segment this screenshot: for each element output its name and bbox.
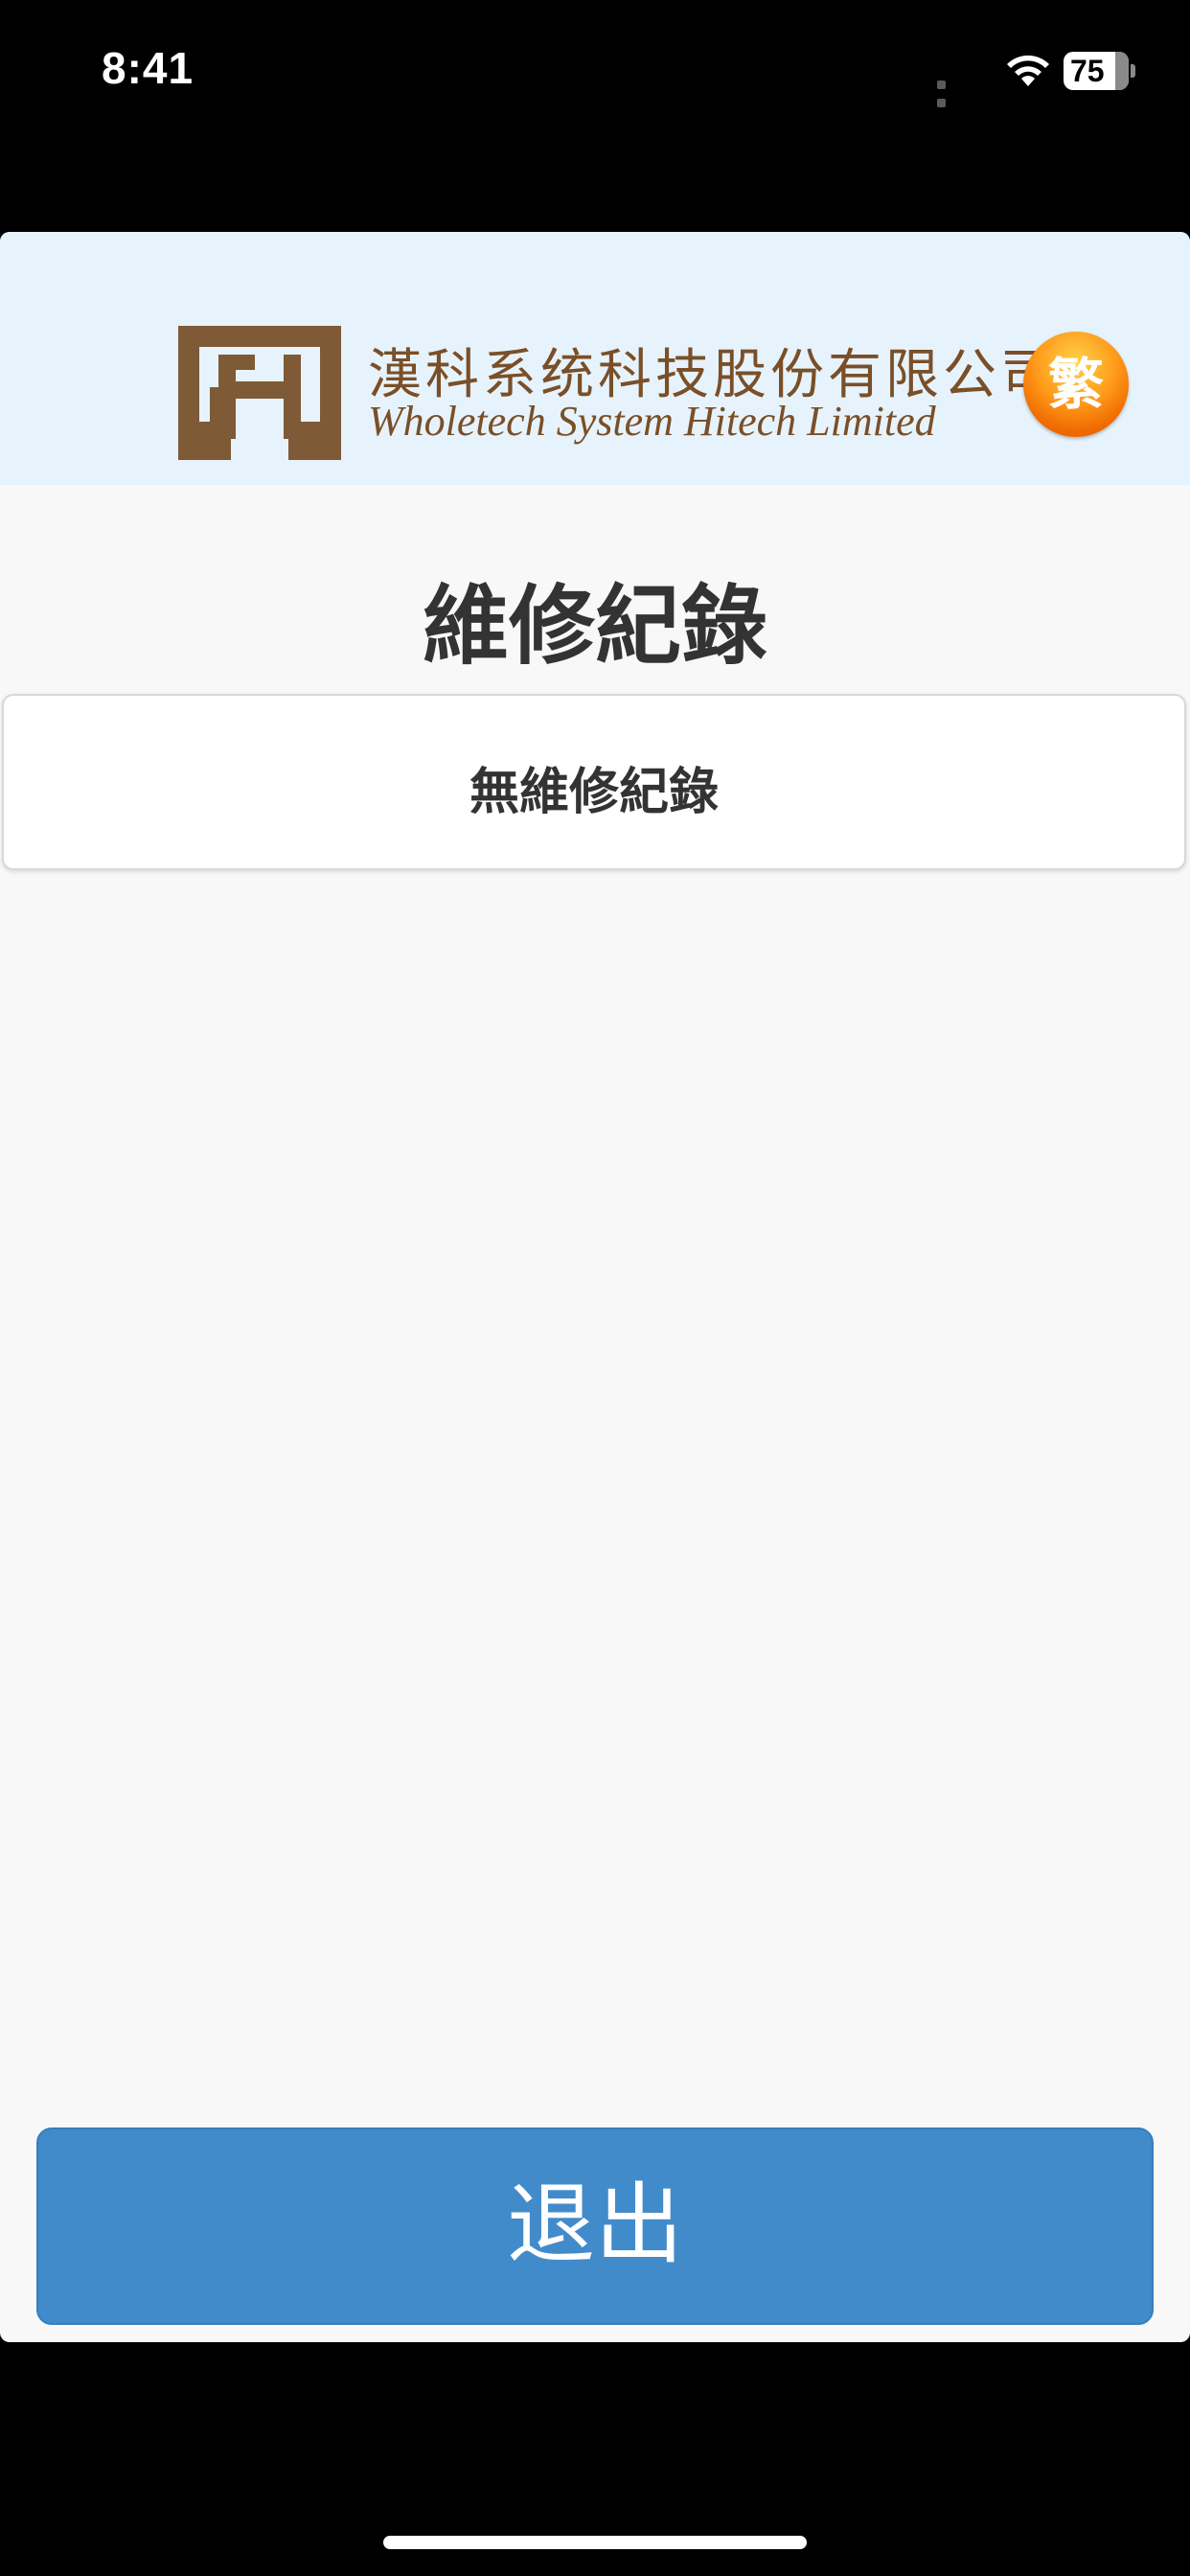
header-banner: 漢科系统科技股份有限公司 Wholetech System Hitech Lim… [0,232,1190,485]
company-name-english: Wholetech System Hitech Limited [368,398,936,445]
exit-button[interactable]: 退出 [36,2128,1154,2325]
company-logo-icon [178,326,341,460]
status-bar: 8:41 75 [0,0,1190,144]
language-toggle-button[interactable]: 繁 [1023,332,1129,437]
phone-screen: 8:41 75 漢科系统科技股份有限公司 Wholetech System Hi… [0,0,1190,2576]
battery-icon: 75 [1064,52,1135,90]
page-title: 維修紀錄 [423,576,767,677]
empty-records-message: 無維修紀錄 [469,764,719,821]
app-container: 漢科系统科技股份有限公司 Wholetech System Hitech Lim… [0,232,1190,2342]
signal-icon [937,75,975,107]
records-panel: 無維修紀錄 [2,694,1186,870]
home-indicator[interactable] [383,2536,807,2549]
status-time: 8:41 [102,43,195,93]
battery-level: 75 [1070,54,1105,88]
wifi-icon [1007,55,1049,86]
